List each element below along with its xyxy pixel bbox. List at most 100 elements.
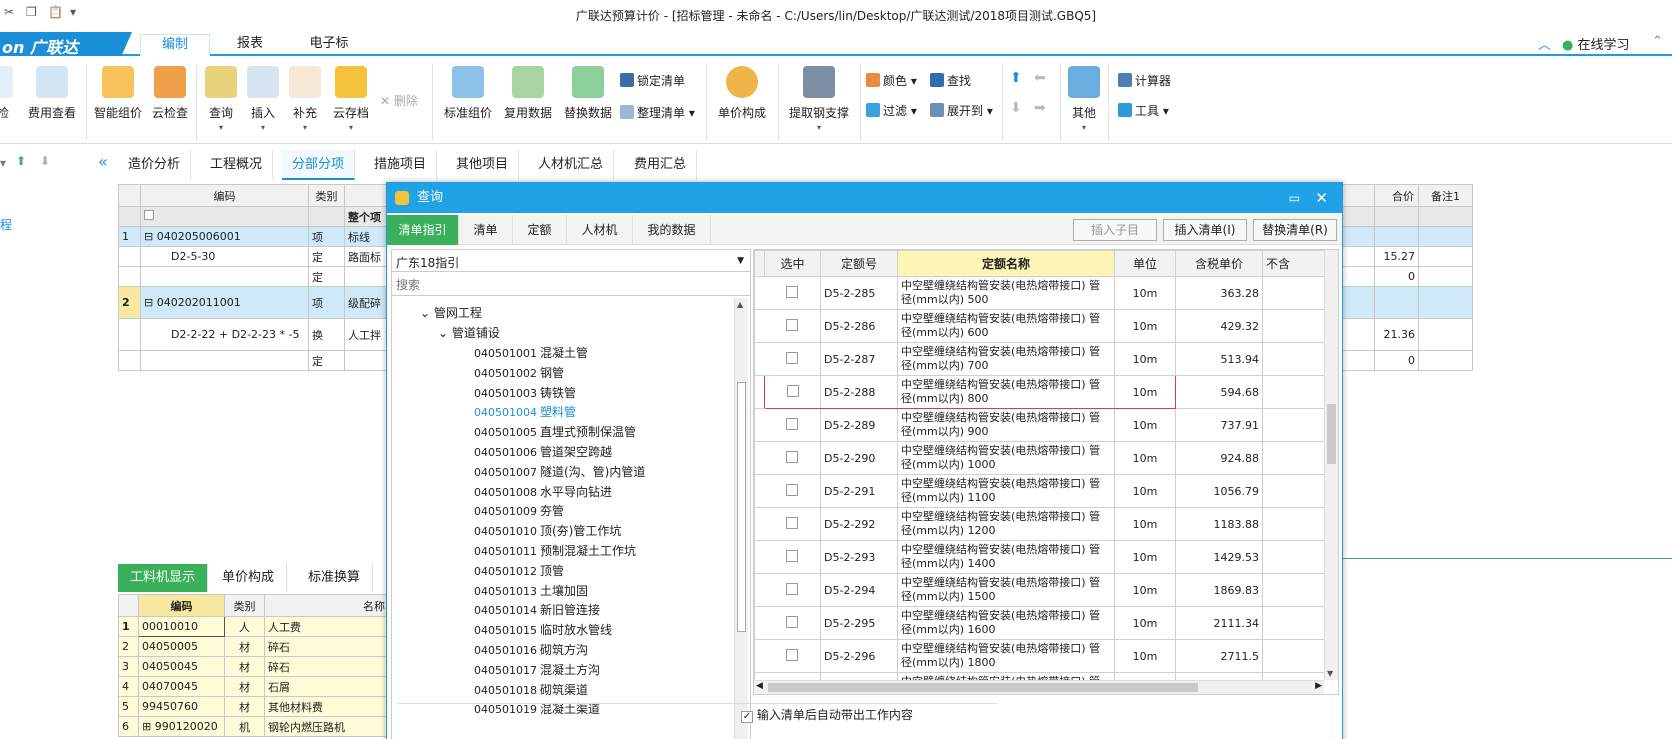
auto-work-content-checkbox[interactable]: ✓ 输入清单后自动带出工作内容: [741, 706, 913, 723]
replace-list-button[interactable]: 替换清单(R): [1253, 219, 1337, 241]
tab-project-overview[interactable]: 工程概况: [200, 150, 274, 180]
tree-item[interactable]: 040501004 塑料管: [474, 403, 576, 420]
tab-labor-material-display[interactable]: 工料机显示: [118, 564, 209, 592]
tab-labor-material[interactable]: 人材机汇总: [528, 150, 615, 180]
tree-item[interactable]: 040501012 顶管: [474, 562, 564, 579]
row-checkbox[interactable]: [786, 318, 799, 331]
tree-item[interactable]: 040501015 临时放水管线: [474, 621, 612, 638]
tree-item[interactable]: 040501017 混凝土方沟: [474, 661, 600, 678]
table-row[interactable]: D5-2-295 中空壁缠绕结构管安装(电热熔带接口) 管径(mm以内) 1600…: [754, 606, 1338, 640]
table-row[interactable]: 2 04050005 材碎石: [118, 636, 389, 657]
tab-cost-analysis[interactable]: 造价分析: [118, 150, 192, 180]
delete-button[interactable]: ✕ 删除: [380, 92, 418, 109]
check-button[interactable]: 检: [0, 66, 16, 121]
expand-to-button[interactable]: 展开到 ▾: [930, 102, 993, 119]
tab-standard-conversion[interactable]: 标准换算: [296, 564, 374, 592]
table-row[interactable]: D5-2-288 中空壁缠绕结构管安装(电热熔带接口) 管径(mm以内) 800 1…: [754, 375, 1338, 409]
organize-list-button[interactable]: 整理清单 ▾: [620, 104, 695, 121]
table-row[interactable]: D5-2-291 中空壁缠绕结构管安装(电热熔带接口) 管径(mm以内) 1100…: [754, 474, 1338, 508]
tree-node-sub[interactable]: ⌄ 管道铺设: [438, 324, 500, 341]
maximize-icon[interactable]: ▭: [1289, 183, 1300, 213]
insert-button[interactable]: 插入 ▾: [246, 66, 280, 132]
row-checkbox[interactable]: [786, 450, 799, 463]
cloud-check-button[interactable]: 云检查: [150, 66, 190, 121]
search-input[interactable]: [392, 274, 750, 296]
move-right-icon[interactable]: ➡: [1034, 100, 1046, 116]
standard-price-button[interactable]: 标准组价: [440, 66, 496, 121]
table-row[interactable]: 5 99450760 材其他材料费: [118, 696, 389, 717]
tab-list-guide[interactable]: 清单指引: [387, 215, 459, 245]
tree-item[interactable]: 040501003 铸铁管: [474, 384, 576, 401]
supplement-button[interactable]: 补充 ▾: [288, 66, 322, 132]
grid-vscrollbar[interactable]: ▼: [1324, 250, 1338, 680]
tab-measures[interactable]: 措施项目: [364, 150, 438, 180]
tree-item[interactable]: 040501005 直埋式预制保温管: [474, 423, 636, 440]
move-down-icon[interactable]: ⬇: [1010, 100, 1022, 116]
tree-item[interactable]: 040501009 夯管: [474, 502, 564, 519]
move-down-gray-icon[interactable]: ⬇: [40, 154, 50, 168]
collapse-panel-icon[interactable]: «: [98, 152, 108, 171]
tab-quota[interactable]: 定额: [513, 215, 567, 245]
row-checkbox[interactable]: [786, 516, 799, 529]
insert-child-button[interactable]: 插入子目: [1073, 219, 1157, 241]
scroll-thumb[interactable]: [1327, 404, 1336, 464]
tab-my-data[interactable]: 我的数据: [633, 215, 711, 245]
cost-view-button[interactable]: 费用查看: [24, 66, 80, 121]
table-row[interactable]: D5-2-286 中空壁缠绕结构管安装(电热熔带接口) 管径(mm以内) 600 1…: [754, 309, 1338, 343]
move-up-icon[interactable]: ⬆: [1010, 70, 1022, 86]
row-checkbox[interactable]: [786, 384, 799, 397]
tree-item[interactable]: 040501018 砌筑渠道: [474, 681, 588, 698]
table-row[interactable]: D5-2-287 中空壁缠绕结构管安装(电热熔带接口) 管径(mm以内) 700 1…: [754, 342, 1338, 376]
find-button[interactable]: 查找: [930, 72, 971, 89]
tree-item[interactable]: 040501013 土壤加固: [474, 582, 588, 599]
row-checkbox[interactable]: [786, 615, 799, 628]
table-row[interactable]: 4 04070045 材石屑: [118, 676, 389, 697]
row-checkbox[interactable]: [786, 285, 799, 298]
expand-icon[interactable]: ⌃: [1652, 34, 1663, 49]
table-row[interactable]: D5-2-294 中空壁缠绕结构管安装(电热熔带接口) 管径(mm以内) 1500…: [754, 573, 1338, 607]
collapse-ribbon-icon[interactable]: ︿: [1538, 34, 1551, 53]
tree-item[interactable]: 040501001 混凝土管: [474, 344, 588, 361]
tree-item[interactable]: 040501010 顶(夯)管工作坑: [474, 522, 621, 539]
tree-item[interactable]: 040501002 钢管: [474, 364, 564, 381]
color-button[interactable]: 颜色 ▾: [866, 72, 917, 89]
row-checkbox[interactable]: [786, 483, 799, 496]
unit-price-button[interactable]: 单价构成: [714, 66, 770, 121]
tab-list[interactable]: 清单: [459, 215, 513, 245]
tab-sub-items[interactable]: 分部分项: [282, 150, 356, 180]
scroll-thumb[interactable]: [737, 382, 746, 632]
tab-labor-material-machine[interactable]: 人材机: [567, 215, 633, 245]
left-dropdown[interactable]: ▾: [0, 156, 6, 170]
tree-item[interactable]: 040501007 隧道(沟、管)内管道: [474, 463, 645, 480]
table-row[interactable]: D5-2-289 中空壁缠绕结构管安装(电热熔带接口) 管径(mm以内) 900 1…: [754, 408, 1338, 442]
tab-cost-summary[interactable]: 费用汇总: [624, 150, 698, 180]
online-learning-link[interactable]: ● 在线学习: [1562, 34, 1630, 53]
tree-item[interactable]: 040501008 水平导向钻进: [474, 483, 612, 500]
move-left-icon[interactable]: ⬅: [1034, 70, 1046, 86]
other-button[interactable]: 其他 ▾: [1066, 66, 1102, 132]
table-row[interactable]: 1 00010010 人人工费: [118, 616, 389, 637]
lock-list-button[interactable]: 锁定清单: [620, 72, 685, 89]
query-button[interactable]: 查询 ▾: [204, 66, 238, 132]
close-icon[interactable]: ✕: [1315, 183, 1328, 213]
table-row[interactable]: D5-2-292 中空壁缠绕结构管安装(电热熔带接口) 管径(mm以内) 1200…: [754, 507, 1338, 541]
tab-other-items[interactable]: 其他项目: [446, 150, 520, 180]
insert-list-button[interactable]: 插入清单(I): [1163, 219, 1247, 241]
table-row[interactable]: D5-2-285 中空壁缠绕结构管安装(电热熔带接口) 管径(mm以内) 500 1…: [754, 276, 1338, 310]
row-checkbox[interactable]: [786, 417, 799, 430]
calculator-button[interactable]: 计算器: [1118, 72, 1171, 89]
steel-support-button[interactable]: 提取钢支撑 ▾: [784, 66, 854, 132]
tree-item[interactable]: 040501006 管道架空跨越: [474, 443, 612, 460]
table-row[interactable]: D5-2-296 中空壁缠绕结构管安装(电热熔带接口) 管径(mm以内) 1800…: [754, 639, 1338, 673]
region-select[interactable]: 广东18指引 ▼: [392, 250, 750, 272]
tree-item[interactable]: 040501011 预制混凝土工作坑: [474, 542, 636, 559]
row-checkbox[interactable]: [786, 351, 799, 364]
move-up-green-icon[interactable]: ⬆: [16, 154, 26, 168]
cloud-save-button[interactable]: 云存档 ▾: [328, 66, 374, 132]
table-row[interactable]: D5-2-293 中空壁缠绕结构管安装(电热熔带接口) 管径(mm以内) 1400…: [754, 540, 1338, 574]
tab-edit[interactable]: 编制: [140, 34, 210, 56]
table-row[interactable]: 6 ⊞ 990120020 机钢轮内燃压路机: [118, 716, 389, 737]
tab-report[interactable]: 报表: [220, 34, 280, 56]
table-row[interactable]: D5-2-290 中空壁缠绕结构管安装(电热熔带接口) 管径(mm以内) 1000…: [754, 441, 1338, 475]
replace-data-button[interactable]: 替换数据: [560, 66, 616, 121]
